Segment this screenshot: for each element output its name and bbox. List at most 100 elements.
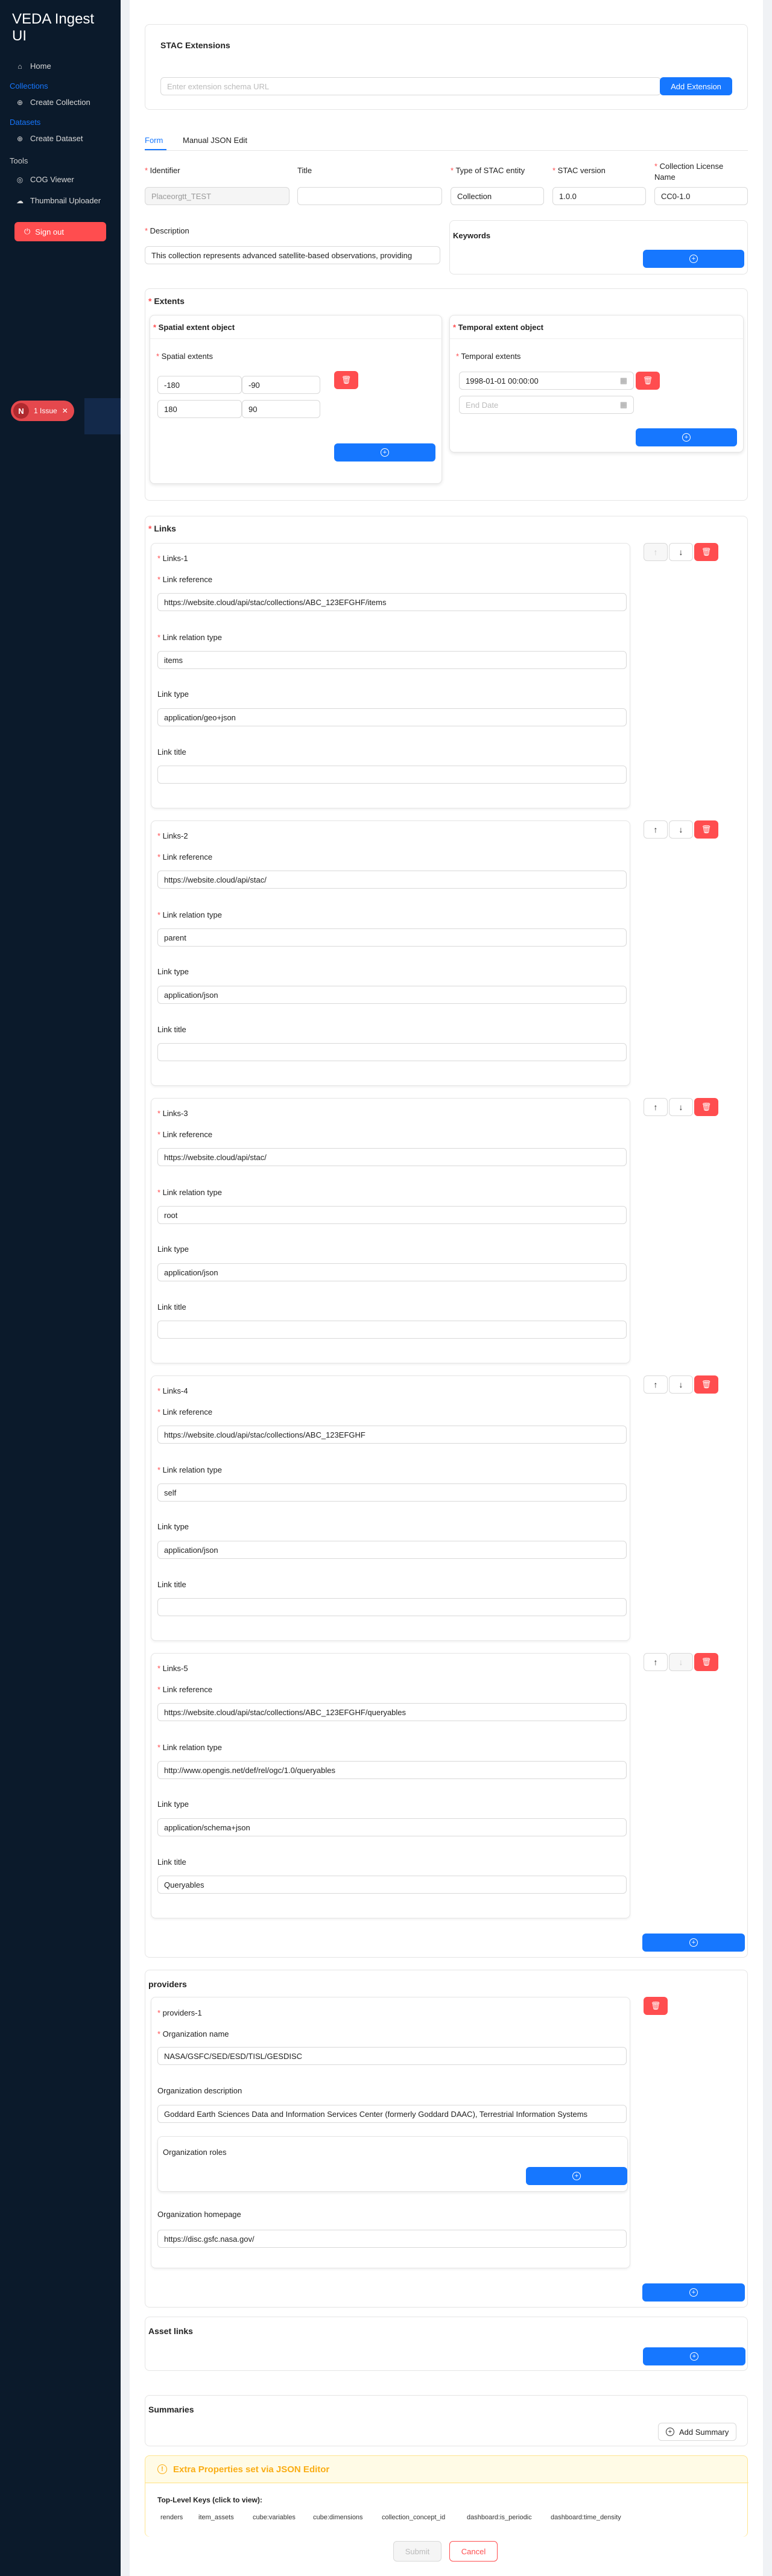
link-title-input[interactable] <box>157 1043 627 1061</box>
end-date-placeholder: End Date <box>466 400 499 410</box>
calendar-icon: ▦ <box>619 376 627 385</box>
start-date-picker[interactable]: 1998-01-01 00:00:00 ▦ <box>459 372 634 390</box>
extension-url-input[interactable]: Enter extension schema URL <box>160 77 661 95</box>
link-card: Links-3 Link reference https://website.clo… <box>151 1098 630 1363</box>
add-org-role-button[interactable]: + <box>526 2167 627 2185</box>
link-type-input[interactable]: application/json <box>157 986 627 1004</box>
link-relation-input[interactable]: http://www.opengis.net/def/rel/ogc/1.0/q… <box>157 1761 627 1779</box>
move-down-button[interactable]: ↓ <box>669 820 693 839</box>
app-title: VEDA Ingest UI <box>12 11 95 44</box>
add-extension-button[interactable]: Add Extension <box>660 77 732 95</box>
link-type-input[interactable]: application/json <box>157 1541 627 1559</box>
bbox-north-input[interactable]: 90 <box>242 400 320 418</box>
link-type-input[interactable]: application/geo+json <box>157 708 627 726</box>
description-label: Description <box>145 226 189 235</box>
stac-version-input[interactable]: 1.0.0 <box>552 187 646 205</box>
add-temporal-extent-button[interactable]: + <box>636 428 737 446</box>
delete-spatial-extent-button[interactable]: 🗑 <box>334 371 358 389</box>
title-input[interactable] <box>297 187 442 205</box>
close-icon[interactable]: ✕ <box>62 407 68 415</box>
add-provider-button[interactable]: + <box>642 2283 745 2302</box>
add-summary-button[interactable]: + Add Summary <box>658 2423 737 2441</box>
plus-circle-icon: + <box>689 2288 698 2297</box>
delete-temporal-extent-button[interactable]: 🗑 <box>636 372 660 390</box>
bbox-south-input[interactable]: -90 <box>242 376 320 394</box>
submit-button[interactable]: Submit <box>393 2541 441 2562</box>
sidebar-group-collections[interactable]: Collections <box>0 77 121 92</box>
delete-link-button[interactable]: 🗑 <box>694 1098 718 1116</box>
cancel-button[interactable]: Cancel <box>449 2541 498 2562</box>
link-title-input[interactable] <box>157 1321 627 1339</box>
sidebar-item-home[interactable]: ⌂ Home <box>0 56 121 77</box>
delete-link-button[interactable]: 🗑 <box>694 1653 718 1671</box>
link-relation-input[interactable]: self <box>157 1483 627 1502</box>
sidebar-item-create-collection[interactable]: ⊕ Create Collection <box>0 92 121 113</box>
delete-link-button[interactable]: 🗑 <box>694 1375 718 1394</box>
cloud-upload-icon: ☁ <box>16 196 24 205</box>
link-relation-input[interactable]: items <box>157 651 627 669</box>
move-up-button[interactable]: ↑ <box>644 1653 668 1671</box>
link-title-input[interactable] <box>157 766 627 784</box>
move-up-button[interactable]: ↑ <box>644 1375 668 1394</box>
link-type-input[interactable]: application/json <box>157 1263 627 1281</box>
org-name-input[interactable]: NASA/GSFC/SED/ESD/TISL/GESDISC <box>157 2047 627 2065</box>
link-relation-input[interactable]: parent <box>157 928 627 947</box>
add-spatial-extent-button[interactable]: + <box>334 443 435 462</box>
identifier-input[interactable]: Placeorgtt_TEST <box>145 187 290 205</box>
extra-properties-title: Extra Properties set via JSON Editor <box>173 2464 330 2475</box>
issue-badge[interactable]: N 1 Issue ✕ <box>11 401 74 421</box>
move-up-button[interactable]: ↑ <box>644 820 668 839</box>
link-reference-input[interactable]: https://website.cloud/api/stac/collectio… <box>157 1703 627 1721</box>
link-reference-input[interactable]: https://website.cloud/api/stac/collectio… <box>157 1426 627 1444</box>
key-tag[interactable]: cube:dimensions <box>313 2514 363 2521</box>
delete-link-button[interactable]: 🗑 <box>694 820 718 839</box>
key-tag[interactable]: collection_concept_id <box>382 2514 445 2521</box>
key-tag[interactable]: dashboard:time_density <box>551 2514 621 2521</box>
tab-manual-json[interactable]: Manual JSON Edit <box>183 136 247 145</box>
sign-out-button[interactable]: ⏻ Sign out <box>14 222 106 241</box>
add-link-button[interactable]: + <box>642 1934 745 1952</box>
delete-link-button[interactable]: 🗑 <box>694 543 718 561</box>
bbox-west-input[interactable]: -180 <box>157 376 242 394</box>
move-up-button[interactable]: ↑ <box>644 1098 668 1116</box>
sidebar-item-thumbnail-uploader[interactable]: ☁ Thumbnail Uploader <box>0 190 121 211</box>
type-input[interactable]: Collection <box>451 187 544 205</box>
delete-provider-button[interactable]: 🗑 <box>644 1997 668 2015</box>
link-title-label: Link title <box>157 1580 186 1589</box>
move-up-button[interactable]: ↑ <box>644 543 668 561</box>
link-reference-input[interactable]: https://website.cloud/api/stac/ <box>157 1148 627 1166</box>
link-title-input[interactable]: Queryables <box>157 1876 627 1894</box>
move-down-button[interactable]: ↓ <box>669 1653 693 1671</box>
add-asset-link-button[interactable]: + <box>643 2347 745 2365</box>
org-homepage-input[interactable]: https://disc.gsfc.nasa.gov/ <box>157 2230 627 2248</box>
sidebar-group-datasets[interactable]: Datasets <box>0 113 121 128</box>
key-tag[interactable]: item_assets <box>198 2514 234 2521</box>
sidebar-item-label: Create Collection <box>30 98 90 107</box>
org-description-input[interactable]: Goddard Earth Sciences Data and Informat… <box>157 2105 627 2123</box>
move-down-button[interactable]: ↓ <box>669 1098 693 1116</box>
link-relation-label: Link relation type <box>157 910 222 919</box>
link-title-label: Link title <box>157 1025 186 1034</box>
license-input[interactable]: CC0-1.0 <box>654 187 748 205</box>
sidebar-item-cog-viewer[interactable]: ◎ COG Viewer <box>0 169 121 190</box>
end-date-picker[interactable]: End Date ▦ <box>459 396 634 414</box>
link-type-input[interactable]: application/schema+json <box>157 1818 627 1836</box>
link-relation-input[interactable]: root <box>157 1206 627 1224</box>
bbox-east-input[interactable]: 180 <box>157 400 242 418</box>
move-down-button[interactable]: ↓ <box>669 1375 693 1394</box>
sidebar-item-label: COG Viewer <box>30 175 74 184</box>
tab-form[interactable]: Form <box>145 136 163 145</box>
summaries-card: Summaries + Add Summary <box>145 2395 748 2446</box>
description-input[interactable]: This collection represents advanced sate… <box>145 246 440 264</box>
link-reference-input[interactable]: https://website.cloud/api/stac/ <box>157 871 627 889</box>
key-tag[interactable]: renders <box>160 2514 183 2521</box>
sidebar-item-create-dataset[interactable]: ⊕ Create Dataset <box>0 128 121 149</box>
link-title-label: Link title <box>157 1857 186 1867</box>
link-reference-input[interactable]: https://website.cloud/api/stac/collectio… <box>157 593 627 611</box>
move-down-button[interactable]: ↓ <box>669 543 693 561</box>
link-title-input[interactable] <box>157 1598 627 1616</box>
key-tag[interactable]: cube:variables <box>253 2514 296 2521</box>
add-keyword-button[interactable]: + <box>643 250 744 268</box>
temporal-extents-label: Temporal extents <box>456 352 520 361</box>
key-tag[interactable]: dashboard:is_periodic <box>467 2514 532 2521</box>
